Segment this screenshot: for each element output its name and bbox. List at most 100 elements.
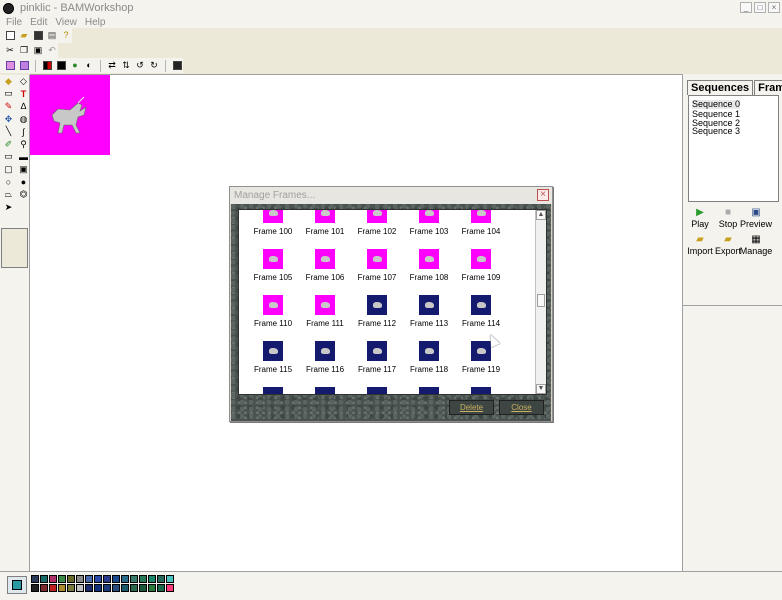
palette-swatch[interactable]	[112, 584, 120, 592]
frame-item[interactable]: Frame 110	[247, 295, 299, 341]
palette-swatch[interactable]	[67, 575, 75, 583]
sequence-view-icon[interactable]	[18, 60, 30, 72]
palette-swatch[interactable]	[103, 575, 111, 583]
export-button[interactable]: ▰ Export	[714, 234, 742, 256]
palette-icon[interactable]	[41, 60, 53, 72]
frame-thumbnail[interactable]	[419, 341, 439, 361]
frame-item[interactable]: Frame 116	[299, 341, 351, 387]
frame-item[interactable]: Frame 115	[247, 341, 299, 387]
palette-swatch[interactable]	[58, 575, 66, 583]
scroll-down-icon[interactable]: ▼	[536, 384, 546, 394]
frame-thumbnail[interactable]	[471, 341, 491, 361]
frame-thumbnail[interactable]	[315, 295, 335, 315]
line-icon[interactable]: ╲	[2, 125, 15, 138]
new-file-icon[interactable]	[4, 30, 16, 42]
frame-item[interactable]	[351, 387, 403, 394]
palette-swatch[interactable]	[94, 575, 102, 583]
frame-thumbnail[interactable]	[419, 210, 439, 223]
pointer-icon[interactable]: ➤	[2, 201, 15, 214]
palette-swatch[interactable]	[157, 575, 165, 583]
extra-colors[interactable]	[166, 575, 174, 592]
pencil-icon[interactable]: ✎	[2, 100, 15, 113]
frame-item[interactable]: Frame 108	[403, 249, 455, 295]
eyedropper-icon[interactable]: ✐	[2, 138, 15, 151]
frame-item[interactable]: Frame 117	[351, 341, 403, 387]
sprite-image[interactable]	[30, 75, 110, 155]
frame-thumbnail[interactable]	[419, 249, 439, 269]
frame-item[interactable]: Frame 101	[299, 210, 351, 249]
ellipse-icon[interactable]: ○	[2, 176, 15, 189]
frame-thumbnail[interactable]	[263, 341, 283, 361]
palette-swatch[interactable]	[121, 584, 129, 592]
frame-item[interactable]: Frame 103	[403, 210, 455, 249]
frame-thumbnail[interactable]	[263, 295, 283, 315]
frame-item[interactable]	[247, 387, 299, 394]
pick-icon[interactable]: ✥	[2, 113, 15, 126]
palette-swatch[interactable]	[94, 584, 102, 592]
frame-view-icon[interactable]	[4, 60, 16, 72]
palette-swatch[interactable]	[76, 584, 84, 592]
palette-swatch[interactable]	[67, 584, 75, 592]
print-icon[interactable]: ▤	[46, 30, 58, 42]
open-folder-icon[interactable]: ▰	[18, 30, 30, 42]
palette-swatch[interactable]	[157, 584, 165, 592]
frame-item[interactable]: Frame 104	[455, 210, 507, 249]
text-icon[interactable]: T	[17, 88, 30, 101]
palette-swatch[interactable]	[121, 575, 129, 583]
rect-select-icon[interactable]: ▭	[2, 88, 15, 101]
palette-swatch[interactable]	[148, 584, 156, 592]
polygon-icon[interactable]: ⏢	[2, 188, 15, 201]
select-icon[interactable]: ◇	[17, 75, 30, 88]
foreground-color[interactable]	[12, 580, 22, 590]
frame-properties-icon[interactable]	[171, 60, 183, 72]
list-item[interactable]: Sequence 3	[692, 127, 775, 136]
palette-swatch[interactable]	[166, 575, 174, 583]
palette-swatch[interactable]	[40, 575, 48, 583]
frame-thumbnail[interactable]	[471, 249, 491, 269]
scroll-thumb[interactable]	[537, 294, 545, 307]
palette-swatch[interactable]	[31, 575, 39, 583]
flip-vertical-icon[interactable]: ⇅	[120, 60, 132, 72]
maximize-button[interactable]: □	[754, 2, 766, 13]
zoom-icon[interactable]: ⚲	[17, 138, 30, 151]
color-palette[interactable]	[31, 575, 165, 592]
stop-button[interactable]: ■ Stop	[714, 207, 742, 229]
frame-item[interactable]: Frame 102	[351, 210, 403, 249]
palette-swatch[interactable]	[130, 584, 138, 592]
palette-swatch[interactable]	[49, 584, 57, 592]
palette-swatch[interactable]	[166, 584, 174, 592]
color-wheel-icon[interactable]: ●	[69, 60, 81, 72]
filled-polygon-icon[interactable]: ⏣	[17, 188, 30, 201]
current-color-swatch[interactable]	[7, 576, 27, 594]
menu-edit[interactable]: Edit	[30, 17, 47, 28]
palette-swatch[interactable]	[139, 575, 147, 583]
frame-item[interactable]	[403, 387, 455, 394]
palette-swatch[interactable]	[112, 575, 120, 583]
rotate-left-icon[interactable]: ↺	[134, 60, 146, 72]
frame-item[interactable]: Frame 114	[455, 295, 507, 341]
app-icon[interactable]	[3, 2, 14, 14]
vertical-scrollbar[interactable]: ▲ ▼	[535, 210, 546, 394]
frame-thumbnail[interactable]	[315, 387, 335, 394]
preview-button[interactable]: ▣ Preview	[740, 207, 772, 229]
frame-thumbnail[interactable]	[367, 387, 387, 394]
frame-item[interactable]: Frame 105	[247, 249, 299, 295]
copy-icon[interactable]: ❐	[18, 45, 30, 57]
import-button[interactable]: ▰ Import	[686, 234, 714, 256]
rectangle-icon[interactable]: ▭	[2, 151, 15, 164]
help-icon[interactable]: ?	[60, 30, 72, 42]
palette-swatch[interactable]	[103, 584, 111, 592]
frame-item[interactable]	[455, 387, 507, 394]
paste-icon[interactable]: ▣	[32, 45, 44, 57]
fill-icon[interactable]: ◍	[17, 113, 30, 126]
manage-button[interactable]: ▦ Manage	[740, 234, 773, 256]
frames-list[interactable]: Frame 100 Frame 101 Frame 102 Frame 103 Fram…	[238, 209, 547, 395]
list-item[interactable]: Sequence 0	[692, 100, 741, 109]
frame-thumbnail[interactable]	[315, 249, 335, 269]
frame-thumbnail[interactable]	[419, 387, 439, 394]
rounded-rect-icon[interactable]: ▢	[2, 163, 15, 176]
palette-swatch[interactable]	[76, 575, 84, 583]
frame-item[interactable]: Frame 106	[299, 249, 351, 295]
play-button[interactable]: ▶ Play	[686, 207, 714, 229]
palette-swatch[interactable]	[148, 575, 156, 583]
